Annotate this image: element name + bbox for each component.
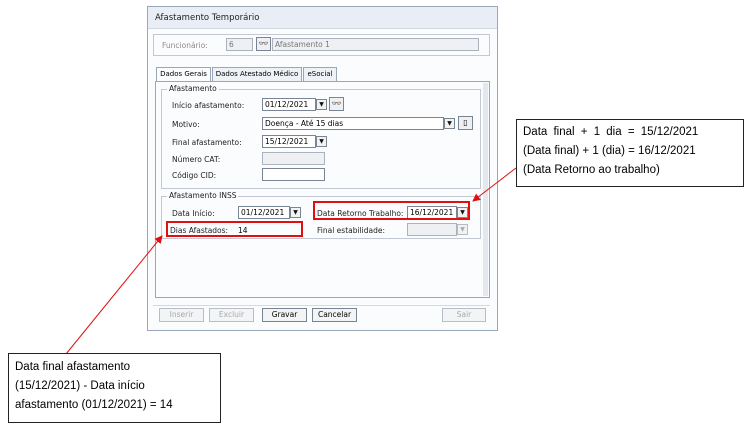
arrow-to-retorno [472, 167, 517, 202]
annotation-left: Data final afastamento (15/12/2021) - Da… [8, 353, 221, 423]
annotation-right-line-1: Data final + 1 dia = 15/12/2021 [523, 126, 699, 138]
annotation-right-line-3: (Data Retorno ao trabalho) [523, 164, 660, 176]
annotation-left-line-3: afastamento (01/12/2021) = 14 [15, 399, 173, 411]
annotation-left-line-1: Data final afastamento [15, 361, 131, 373]
annotation-left-line-2: (15/12/2021) - Data início [15, 380, 145, 392]
annotation-right-line-2: (Data final) + 1 (dia) = 16/12/2021 [523, 145, 696, 157]
annotation-right: Data final + 1 dia = 15/12/2021 (Data fi… [516, 119, 744, 187]
arrow-to-dias [65, 235, 163, 355]
